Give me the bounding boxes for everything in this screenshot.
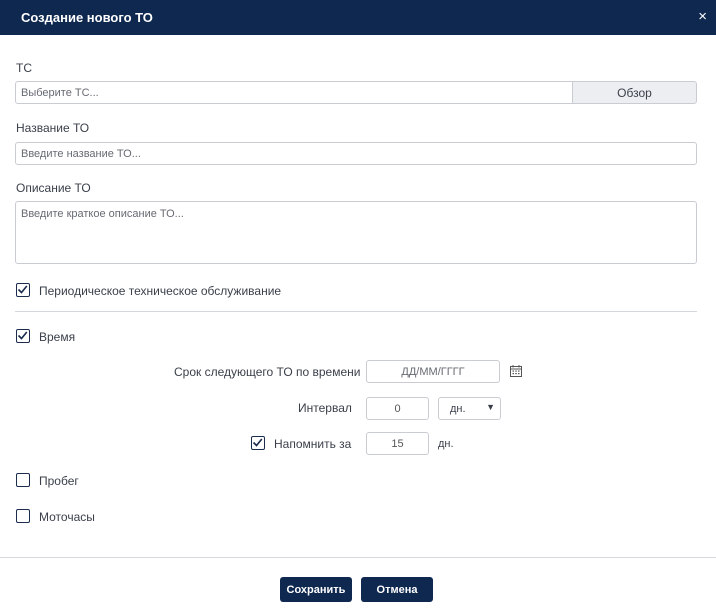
engine-hours-checkbox[interactable] [16, 509, 30, 523]
save-button[interactable]: Сохранить [280, 577, 352, 602]
remind-input[interactable] [366, 432, 429, 455]
dialog-title: Создание нового ТО [21, 10, 153, 25]
checkmark-icon [252, 438, 263, 447]
calendar-icon[interactable] [509, 364, 523, 378]
periodic-label: Периодическое техническое обслуживание [39, 284, 282, 298]
interval-unit-select[interactable]: дн. ▼ [438, 397, 501, 420]
vehicle-input[interactable] [15, 81, 573, 104]
section-divider [15, 311, 697, 312]
browse-button[interactable]: Обзор [572, 81, 697, 104]
engine-hours-label: Моточасы [39, 510, 95, 524]
interval-input[interactable] [366, 397, 429, 420]
time-checkbox[interactable] [16, 329, 30, 343]
dialog-header: Создание нового ТО × [0, 0, 716, 35]
description-textarea[interactable] [15, 201, 697, 264]
remind-label: Напомнить за [274, 437, 352, 451]
close-icon[interactable]: × [698, 9, 707, 24]
periodic-checkbox[interactable] [16, 283, 30, 297]
time-label: Время [39, 330, 76, 344]
mileage-checkbox[interactable] [16, 473, 30, 487]
footer-divider [0, 557, 716, 558]
checkmark-icon [17, 331, 28, 340]
remind-checkbox[interactable] [251, 436, 265, 450]
name-input[interactable] [15, 142, 697, 165]
checkmark-icon [17, 285, 28, 294]
remind-unit-label: дн. [438, 438, 454, 450]
next-due-label: Срок следующего ТО по времени [174, 365, 361, 379]
vehicle-label: ТС [16, 61, 32, 75]
chevron-down-icon: ▼ [486, 402, 495, 412]
cancel-button[interactable]: Отмена [361, 577, 433, 602]
interval-unit-value: дн. [450, 403, 466, 415]
description-label: Описание ТО [16, 181, 91, 195]
interval-label: Интервал [298, 401, 352, 415]
mileage-label: Пробег [39, 474, 79, 488]
next-due-date-input[interactable] [366, 360, 500, 383]
name-label: Название ТО [16, 121, 90, 135]
